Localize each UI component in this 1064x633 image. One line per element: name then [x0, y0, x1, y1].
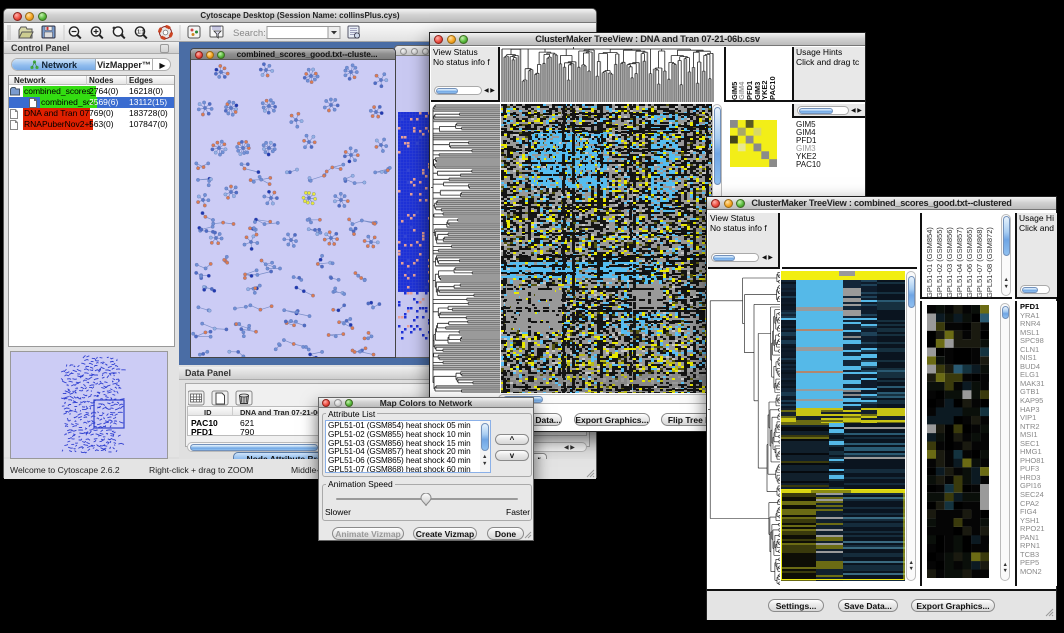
svg-text:Search:: Search: [233, 28, 266, 39]
svg-text:1:1: 1:1 [137, 30, 144, 36]
